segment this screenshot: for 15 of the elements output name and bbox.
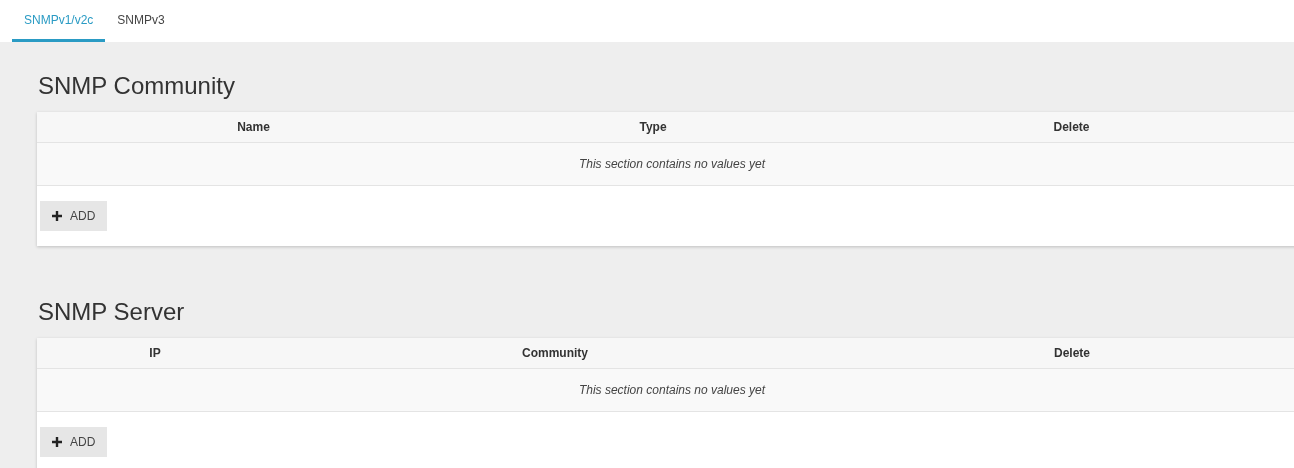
column-header: Name [237, 119, 270, 136]
add-button[interactable]: ADD [40, 201, 108, 231]
column-header: IP [149, 345, 161, 362]
plus-icon [52, 437, 62, 447]
empty-message: This section contains no values yet [578, 382, 766, 399]
plus-icon [52, 211, 62, 221]
empty-message: This section contains no values yet [578, 156, 766, 173]
column-header: Delete [1054, 345, 1090, 362]
tab[interactable]: SNMPv3 [105, 11, 177, 42]
column-header: Type [639, 119, 667, 136]
column-header: Delete [1053, 119, 1090, 136]
column-header: Community [522, 345, 588, 362]
add-button[interactable]: ADD [40, 427, 108, 457]
section-title: SNMP Community [37, 72, 235, 100]
section-title: SNMP Server [37, 298, 185, 326]
